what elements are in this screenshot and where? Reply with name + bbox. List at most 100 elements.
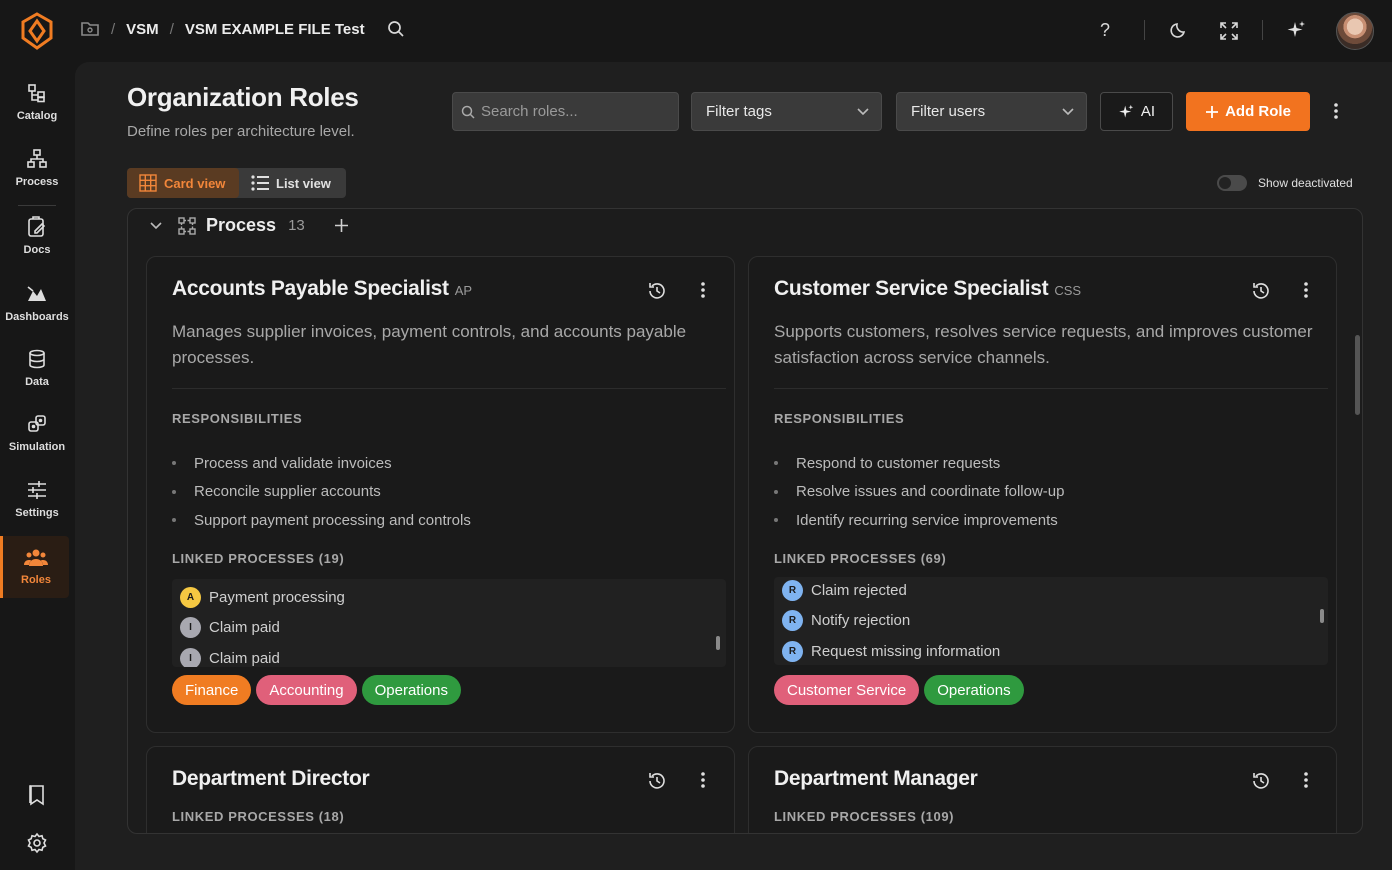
sidebar-item-settings[interactable]: Settings <box>0 479 74 519</box>
responsibilities-heading: RESPONSIBILITIES <box>774 411 905 426</box>
sidebar-item-roles[interactable]: Roles <box>0 536 69 598</box>
sidebar-item-label: Data <box>25 376 49 388</box>
tag-list: Customer Service Operations <box>774 675 1024 705</box>
process-name: Claim rejected <box>811 581 907 599</box>
list-view-tab[interactable]: List view <box>239 168 343 198</box>
user-avatar[interactable] <box>1336 12 1374 50</box>
more-options-icon[interactable] <box>700 281 706 299</box>
tag[interactable]: Customer Service <box>774 675 920 705</box>
sidebar: Catalog Process Docs Dashboards Data Sim… <box>0 62 74 870</box>
scrollbar[interactable] <box>716 636 720 650</box>
list-icon <box>251 175 269 191</box>
view-toggle: Card view List view <box>127 168 346 198</box>
more-options-icon[interactable] <box>1303 771 1309 789</box>
app-logo-icon[interactable] <box>20 12 54 50</box>
linked-processes-heading: LINKED PROCESSES (19) <box>172 551 345 566</box>
process-name: Notify rejection <box>811 612 911 630</box>
tag[interactable]: Operations <box>924 675 1024 705</box>
sliders-icon <box>26 479 48 507</box>
filter-tags-label: Filter tags <box>706 103 772 120</box>
filter-users-label: Filter users <box>911 103 986 120</box>
show-deactivated-label: Show deactivated <box>1258 176 1353 190</box>
list-view-label: List view <box>276 175 331 191</box>
list-item: Reconcile supplier accounts <box>172 478 471 507</box>
divider <box>172 388 726 389</box>
search-icon[interactable] <box>387 20 405 38</box>
more-options-icon[interactable] <box>700 771 706 789</box>
card-view-tab[interactable]: Card view <box>127 168 239 198</box>
chevron-down-icon[interactable] <box>150 221 162 230</box>
history-icon[interactable] <box>1251 771 1271 791</box>
more-options-icon[interactable] <box>1303 281 1309 299</box>
show-deactivated-toggle[interactable] <box>1217 175 1247 191</box>
history-icon[interactable] <box>647 771 667 791</box>
list-item[interactable]: R Request missing information <box>774 636 1328 665</box>
add-process-icon[interactable] <box>334 219 348 232</box>
sparkle-icon[interactable] <box>1286 20 1306 40</box>
list-item: Resolve issues and coordinate follow-up <box>774 478 1064 507</box>
bookmark-icon[interactable] <box>0 784 74 812</box>
breadcrumb-item-vsm[interactable]: VSM <box>126 21 159 38</box>
tag[interactable]: Finance <box>172 675 252 705</box>
breadcrumb-item-file[interactable]: VSM EXAMPLE FILE Test <box>185 21 365 38</box>
list-item[interactable]: A Payment processing <box>172 582 726 613</box>
tag[interactable]: Accounting <box>256 675 357 705</box>
role-card[interactable]: Customer Service Specialist CSS Supports … <box>748 256 1337 733</box>
sidebar-item-label: Simulation <box>8 441 66 453</box>
sidebar-item-catalog[interactable]: Catalog <box>0 82 74 122</box>
role-card[interactable]: Department Manager LINKED PROCESSES (109… <box>748 746 1337 833</box>
page-title: Organization Roles <box>127 82 359 112</box>
badge: R <box>782 640 803 662</box>
dark-mode-icon[interactable] <box>1170 21 1188 39</box>
scrollbar[interactable] <box>1320 609 1324 623</box>
chevron-down-icon <box>1062 107 1074 116</box>
linked-processes-heading: LINKED PROCESSES (109) <box>774 809 955 824</box>
gear-icon[interactable] <box>0 832 74 860</box>
sidebar-item-label: Catalog <box>16 110 58 122</box>
role-abbr: CSS <box>1054 283 1082 298</box>
sidebar-item-label: Roles <box>21 574 51 586</box>
role-name: Department Manager <box>774 767 978 790</box>
ai-button-label: AI <box>1140 103 1156 120</box>
ai-button[interactable]: AI <box>1100 92 1173 131</box>
list-item[interactable]: I Claim paid <box>172 643 726 667</box>
top-bar: / VSM / VSM EXAMPLE FILE Test ? <box>0 0 1392 62</box>
list-item[interactable]: R Notify rejection <box>774 606 1328 637</box>
sidebar-item-dashboards[interactable]: Dashboards <box>0 283 74 323</box>
badge: I <box>180 647 201 667</box>
sidebar-item-label: Dashboards <box>5 311 69 323</box>
process-name: Payment processing <box>209 588 345 606</box>
tag-list: Finance Accounting Operations <box>172 675 461 705</box>
sidebar-item-docs[interactable]: Docs <box>0 216 74 256</box>
fullscreen-icon[interactable] <box>1219 21 1239 41</box>
role-card[interactable]: Accounts Payable Specialist AP Manages su… <box>146 256 735 733</box>
filter-users-dropdown[interactable]: Filter users <box>896 92 1087 131</box>
history-icon[interactable] <box>1251 281 1271 301</box>
group-header: Process 13 <box>150 215 348 236</box>
folder-icon[interactable] <box>80 20 100 38</box>
process-name: Claim paid <box>209 649 280 667</box>
more-options-icon[interactable] <box>1333 102 1339 120</box>
help-icon[interactable]: ? <box>1100 20 1110 41</box>
history-icon[interactable] <box>647 281 667 301</box>
card-view-label: Card view <box>164 175 226 191</box>
page-scrollbar[interactable] <box>1355 335 1360 415</box>
divider <box>1144 20 1145 40</box>
role-title: Accounts Payable Specialist AP <box>172 277 472 301</box>
list-item[interactable]: R Claim rejected <box>774 577 1328 606</box>
filter-tags-dropdown[interactable]: Filter tags <box>691 92 882 131</box>
role-card[interactable]: Department Director LINKED PROCESSES (18… <box>146 746 735 833</box>
list-item: Process and validate invoices <box>172 449 471 478</box>
linked-processes-heading: LINKED PROCESSES (69) <box>774 551 947 566</box>
tag[interactable]: Operations <box>361 675 461 705</box>
sidebar-item-simulation[interactable]: Simulation <box>0 413 74 453</box>
search-input[interactable]: Search roles... <box>452 92 679 131</box>
badge: R <box>782 579 803 601</box>
add-role-button[interactable]: Add Role <box>1186 92 1310 131</box>
list-item[interactable]: I Claim paid <box>172 613 726 644</box>
sidebar-divider <box>18 205 56 206</box>
show-deactivated-control: Show deactivated <box>1217 175 1353 191</box>
main-content: Organization Roles Define roles per arch… <box>75 62 1392 870</box>
sidebar-item-data[interactable]: Data <box>0 348 74 388</box>
sidebar-item-process[interactable]: Process <box>0 148 74 188</box>
